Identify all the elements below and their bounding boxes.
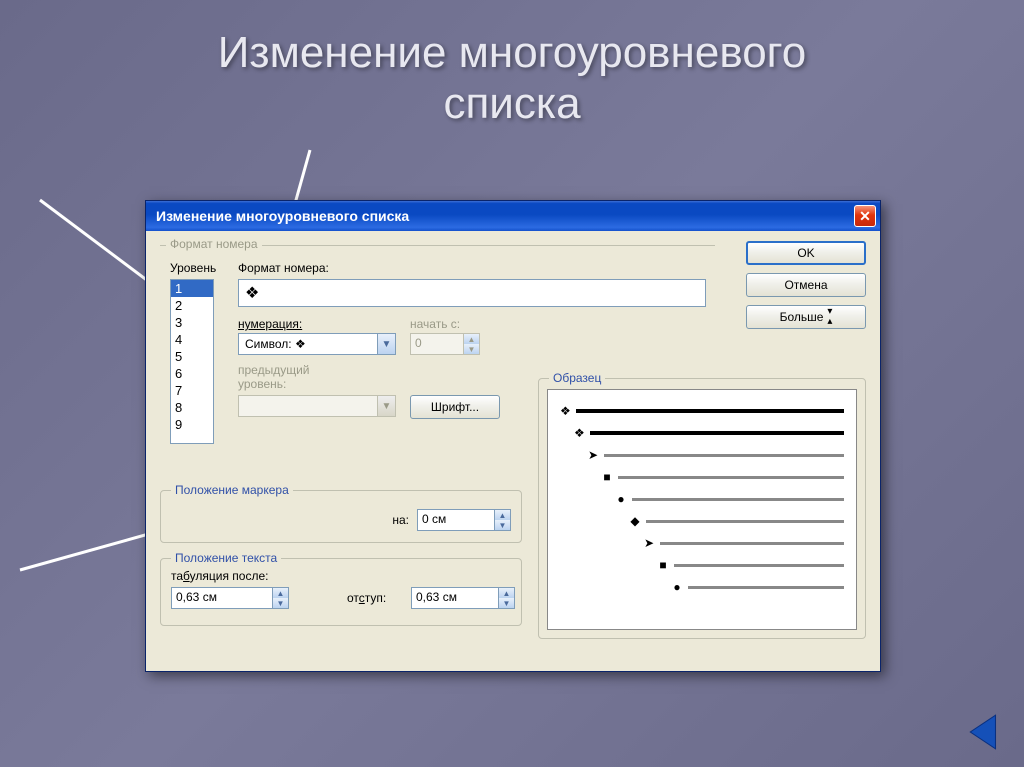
format-input[interactable]: ❖ bbox=[238, 279, 706, 307]
numbering-value: Символ: ❖ bbox=[239, 337, 377, 351]
tab-after-label: табуляция после: bbox=[171, 569, 268, 583]
tab-after-spinner[interactable]: 0,63 см ▲▼ bbox=[171, 587, 289, 609]
level-item-2[interactable]: 2 bbox=[171, 297, 213, 314]
previous-level-combo: ▼ bbox=[238, 395, 396, 417]
cancel-button[interactable]: Отмена bbox=[746, 273, 866, 297]
start-at-spinner: 0 ▲▼ bbox=[410, 333, 480, 355]
start-at-label: начать с: bbox=[410, 317, 460, 331]
more-button[interactable]: Больше ▾▴ bbox=[746, 305, 866, 329]
close-icon: ✕ bbox=[859, 208, 871, 225]
sample-preview: ❖ ❖ ➤ ■ ● ◆ ➤ ■ ● bbox=[547, 389, 857, 630]
marker-position-group: Положение маркера на: 0 см ▲▼ bbox=[160, 483, 522, 543]
tab-after-value: 0,63 см bbox=[172, 588, 272, 608]
dialog-action-buttons: OK Отмена Больше ▾▴ bbox=[746, 241, 866, 329]
titlebar: Изменение многоуровневого списка ✕ bbox=[146, 201, 880, 231]
expand-icon: ▾▴ bbox=[827, 307, 832, 327]
start-at-value: 0 bbox=[411, 334, 463, 354]
dialog-title: Изменение многоуровневого списка bbox=[156, 208, 854, 224]
marker-at-spinner[interactable]: 0 см ▲▼ bbox=[417, 509, 511, 531]
chevron-down-icon: ▼ bbox=[377, 396, 395, 416]
dialog-body: OK Отмена Больше ▾▴ Формат номера Уровен… bbox=[146, 231, 880, 671]
level-item-3[interactable]: 3 bbox=[171, 314, 213, 331]
spinner-buttons: ▲▼ bbox=[463, 334, 479, 354]
marker-at-label: на: bbox=[392, 513, 409, 527]
indent-label: отступ: bbox=[347, 591, 386, 605]
level-item-5[interactable]: 5 bbox=[171, 348, 213, 365]
close-button[interactable]: ✕ bbox=[854, 205, 876, 227]
marker-at-value: 0 см bbox=[418, 510, 494, 530]
number-format-legend: Формат номера bbox=[166, 237, 262, 251]
spinner-buttons[interactable]: ▲▼ bbox=[494, 510, 510, 530]
text-position-group: Положение текста табуляция после: 0,63 с… bbox=[160, 551, 522, 626]
level-label: Уровень bbox=[170, 261, 216, 275]
spinner-buttons[interactable]: ▲▼ bbox=[498, 588, 514, 608]
level-item-4[interactable]: 4 bbox=[171, 331, 213, 348]
level-item-6[interactable]: 6 bbox=[171, 365, 213, 382]
ok-button[interactable]: OK bbox=[746, 241, 866, 265]
indent-value: 0,63 см bbox=[412, 588, 498, 608]
dialog-window: Изменение многоуровневого списка ✕ OK От… bbox=[145, 200, 881, 672]
format-label: Формат номера: bbox=[238, 261, 329, 275]
numbering-label: нумерация: bbox=[238, 317, 302, 331]
chevron-down-icon[interactable]: ▼ bbox=[377, 334, 395, 354]
numbering-combo[interactable]: Символ: ❖ ▼ bbox=[238, 333, 396, 355]
sample-legend: Образец bbox=[549, 371, 605, 385]
indent-spinner[interactable]: 0,63 см ▲▼ bbox=[411, 587, 515, 609]
level-listbox[interactable]: 1 2 3 4 5 6 7 8 9 bbox=[170, 279, 214, 444]
marker-position-legend: Положение маркера bbox=[171, 483, 293, 497]
level-item-9[interactable]: 9 bbox=[171, 416, 213, 433]
previous-level-label: предыдущий уровень: bbox=[238, 363, 310, 392]
slide-title: Изменение многоуровневого списка bbox=[0, 0, 1024, 129]
sample-group: Образец ❖ ❖ ➤ ■ ● ◆ ➤ ■ ● bbox=[538, 371, 866, 639]
text-position-legend: Положение текста bbox=[171, 551, 281, 565]
level-item-8[interactable]: 8 bbox=[171, 399, 213, 416]
nav-back-icon[interactable] bbox=[964, 711, 1006, 753]
font-button[interactable]: Шрифт... bbox=[410, 395, 500, 419]
level-item-1[interactable]: 1 bbox=[171, 280, 213, 297]
spinner-buttons[interactable]: ▲▼ bbox=[272, 588, 288, 608]
level-item-7[interactable]: 7 bbox=[171, 382, 213, 399]
